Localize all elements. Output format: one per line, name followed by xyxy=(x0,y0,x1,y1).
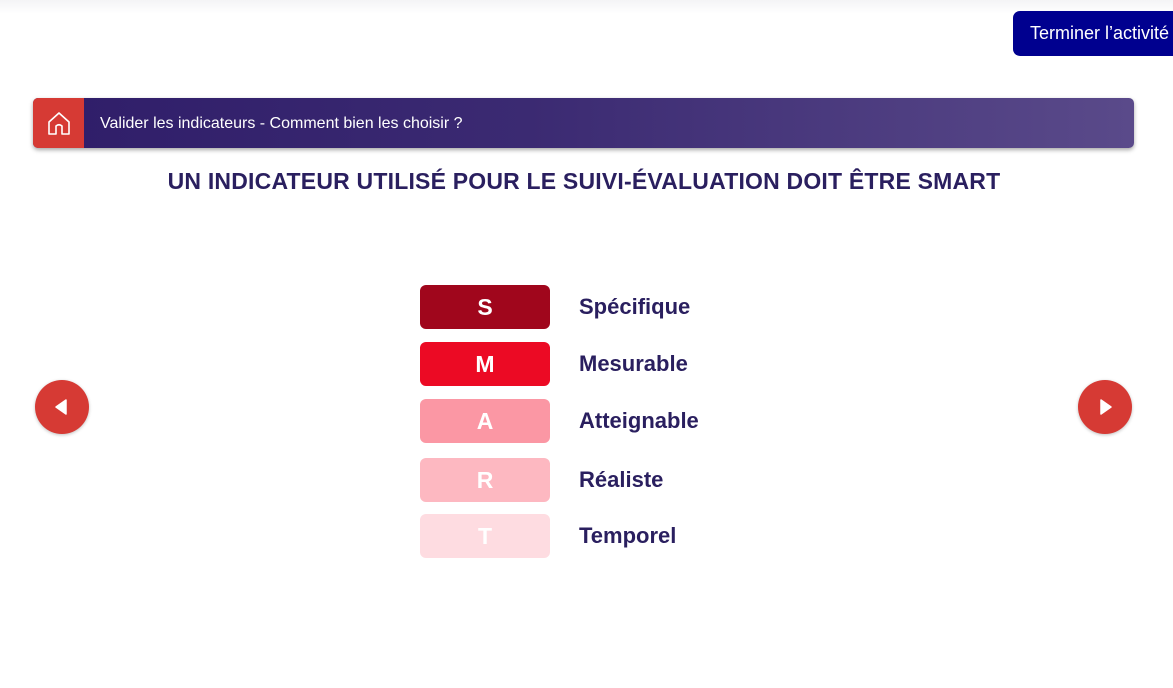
smart-letter-s: S xyxy=(420,285,550,329)
top-strip xyxy=(0,0,1173,14)
home-icon xyxy=(48,112,70,135)
home-button[interactable] xyxy=(33,98,84,148)
previous-button[interactable] xyxy=(35,380,89,434)
finish-activity-button[interactable]: Terminer l’activité xyxy=(1013,11,1173,56)
smart-word-specifique: Spécifique xyxy=(579,294,691,319)
smart-word-temporel: Temporel xyxy=(579,523,677,548)
triangle-left-icon xyxy=(55,399,67,415)
smart-letter-t: T xyxy=(420,514,550,558)
smart-letter-m: M xyxy=(420,342,550,386)
triangle-right-icon xyxy=(1100,399,1112,415)
smart-word-realiste: Réaliste xyxy=(579,467,664,492)
next-button[interactable] xyxy=(1078,380,1132,434)
smart-letter-r: R xyxy=(420,458,550,502)
page-title: UN INDICATEUR UTILISÉ POUR LE SUIVI-ÉVAL… xyxy=(167,168,1001,194)
smart-letter-a: A xyxy=(420,399,550,443)
header-bar: Valider les indicateurs - Comment bien l… xyxy=(33,98,1134,148)
smart-word-mesurable: Mesurable xyxy=(579,351,688,376)
header-title: Valider les indicateurs - Comment bien l… xyxy=(100,115,463,132)
smart-word-atteignable: Atteignable xyxy=(579,408,699,433)
